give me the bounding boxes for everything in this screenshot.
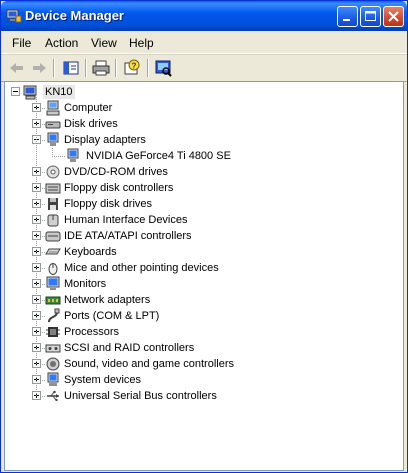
back-arrow-icon[interactable] [7,58,27,78]
cd-rom-icon [46,165,60,179]
menu-action[interactable]: Action [45,36,78,50]
system-device-icon [47,372,59,386]
tree-category-2[interactable]: Display adapters [64,133,146,147]
sound-icon [46,357,60,371]
usb-icon [47,390,59,401]
menu-bar: File Action View Help [1,31,407,54]
device-manager-window: Device Manager File Action View Help ? K… [0,0,408,473]
floppy-controller-icon [45,183,61,194]
menu-file[interactable]: File [12,36,31,50]
properties-help-icon[interactable]: ? [122,58,142,78]
tree-category-16[interactable]: System devices [64,373,141,387]
tree-category-3[interactable]: DVD/CD-ROM drives [64,165,168,179]
port-icon [48,308,60,323]
tree-category-0[interactable]: Computer [64,101,112,115]
floppy-drive-icon [48,198,58,210]
menu-view[interactable]: View [91,36,117,50]
scan-hardware-icon[interactable] [153,58,173,78]
mouse-icon [48,263,58,275]
network-adapter-icon [45,296,61,305]
maximize-button[interactable] [360,6,381,27]
root-collapse-toggle[interactable] [11,87,20,96]
close-button[interactable] [383,6,404,27]
toolbar: ? [1,54,407,82]
tree-category-13[interactable]: Processors [64,325,119,339]
maximize-icon [365,11,376,21]
show-hide-console-tree-icon[interactable] [61,58,81,78]
tree-category-9[interactable]: Mice and other pointing devices [64,261,219,275]
svg-text:?: ? [132,62,137,71]
tree-category-11[interactable]: Network adapters [64,293,150,307]
processor-icon [46,327,60,337]
tree-category-5[interactable]: Floppy disk drives [64,197,152,211]
minimize-icon [343,19,350,21]
print-icon[interactable] [91,58,111,78]
tree-device-2-0[interactable]: NVIDIA GeForce4 Ti 4800 SE [86,149,231,163]
hid-icon [47,214,59,227]
tree-category-17[interactable]: Universal Serial Bus controllers [64,389,217,403]
tree-category-14[interactable]: SCSI and RAID controllers [64,341,194,355]
display-adapter-icon [47,132,59,146]
disk-drive-icon [45,121,61,129]
tree-category-6[interactable]: Human Interface Devices [64,213,188,227]
device-icon [67,148,79,162]
monitor-icon [46,276,60,290]
scsi-icon [45,344,61,353]
tree-category-4[interactable]: Floppy disk controllers [64,181,173,195]
minimize-button[interactable] [337,6,358,27]
device-tree[interactable]: KN10 Computer Disk drives Display adapters N… [4,81,404,471]
tree-category-1[interactable]: Disk drives [64,117,118,131]
tree-category-8[interactable]: Keyboards [64,245,117,259]
tree-category-15[interactable]: Sound, video and game controllers [64,357,234,371]
tree-category-7[interactable]: IDE ATA/ATAPI controllers [64,229,192,243]
ide-controller-icon [45,231,61,242]
keyboard-icon [45,248,61,255]
computer-icon [46,100,60,116]
menu-help[interactable]: Help [129,36,154,50]
tree-category-12[interactable]: Ports (COM & LPT) [64,309,159,323]
forward-arrow-icon[interactable] [29,58,49,78]
window-title: Device Manager [25,8,124,23]
device-manager-icon [6,9,22,23]
title-bar[interactable]: Device Manager [1,1,407,31]
tree-root-label[interactable]: KN10 [43,85,75,99]
close-icon [388,11,399,22]
tree-category-10[interactable]: Monitors [64,277,106,291]
